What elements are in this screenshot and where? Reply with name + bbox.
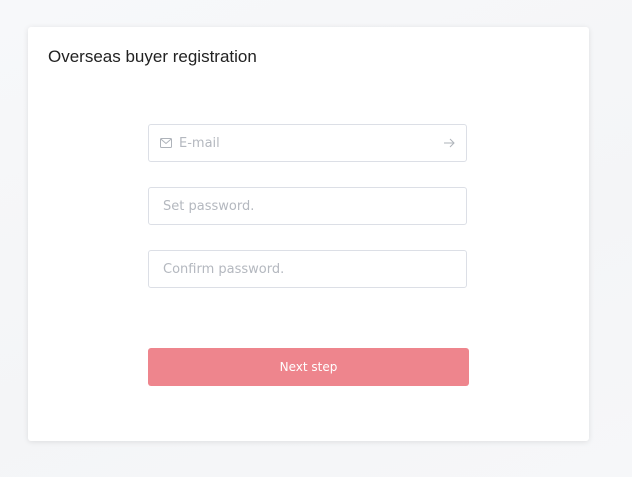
arrow-right-icon[interactable] [443,137,455,149]
password-field [148,187,467,225]
password-input[interactable] [149,188,466,224]
email-field [148,124,467,162]
email-input[interactable] [149,125,466,161]
confirm-password-input[interactable] [149,251,466,287]
confirm-password-field [148,250,467,288]
next-step-button[interactable]: Next step [148,348,469,386]
page-title: Overseas buyer registration [48,47,257,66]
registration-card: Overseas buyer registration Next step [28,27,589,441]
